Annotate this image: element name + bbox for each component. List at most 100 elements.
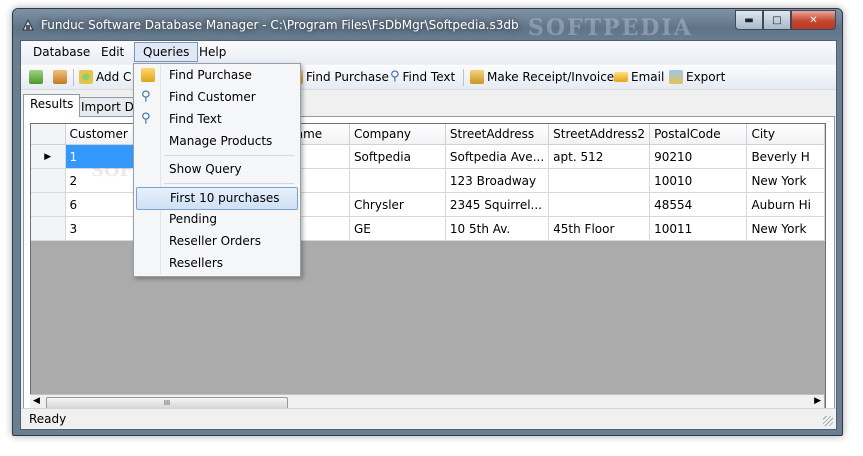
folder-search-icon	[141, 68, 155, 82]
table-cell[interactable]: 90210	[649, 144, 748, 169]
save-db-button[interactable]	[53, 69, 67, 85]
receipt-icon	[470, 70, 484, 84]
scroll-left-icon[interactable]: ◀	[33, 396, 40, 406]
column-header-company[interactable]: Company	[349, 124, 446, 145]
toolbar-separator	[463, 69, 464, 86]
table-cell[interactable]: 3	[65, 216, 142, 241]
column-header-postalcode[interactable]: PostalCode	[649, 124, 748, 145]
magnifier-icon: ⚲	[141, 111, 151, 126]
maximize-icon: □	[772, 14, 782, 26]
table-cell[interactable]: 2345 Squirrel...	[445, 192, 550, 217]
email-button[interactable]: Email	[614, 69, 664, 85]
row-header-corner	[31, 124, 66, 145]
make-receipt-button[interactable]: Make Receipt/Invoice	[470, 69, 614, 85]
app-icon	[22, 18, 34, 31]
current-row-indicator: ▶	[31, 144, 66, 169]
table-cell[interactable]: New York	[746, 168, 825, 193]
table-cell[interactable]: Auburn Hi	[746, 192, 825, 217]
status-bar: Ready	[21, 408, 836, 429]
find-purchase-button[interactable]: Find Purchase	[289, 69, 389, 85]
table-cell[interactable]: 10010	[649, 168, 748, 193]
row-header	[31, 168, 66, 193]
database-icon	[29, 70, 43, 84]
table-cell[interactable]: 123 Broadway	[445, 168, 550, 193]
table-cell[interactable]: Softpedia Ave...	[445, 144, 550, 169]
magnifier-icon: ⚲	[141, 89, 151, 104]
menu-item-pending[interactable]: Pending	[136, 209, 296, 230]
close-icon: ✕	[809, 14, 818, 26]
column-header-customer[interactable]: Customer	[65, 124, 142, 145]
menu-item-label: Resellers	[169, 256, 224, 270]
menu-item-resellers[interactable]: Resellers	[136, 253, 296, 274]
export-icon	[669, 70, 683, 84]
watermark: SOFTPEDIA	[528, 15, 693, 41]
window-title: Funduc Software Database Manager - C:\Pr…	[41, 18, 519, 32]
maximize-button[interactable]: □	[763, 10, 791, 30]
make-receipt-label: Make Receipt/Invoice	[487, 70, 615, 84]
add-customer-button[interactable]: Add C	[79, 69, 131, 85]
menu-item-find-text[interactable]: ⚲ Find Text	[136, 109, 296, 130]
database-save-icon	[53, 70, 67, 84]
menu-item-first-10-purchases[interactable]: First 10 purchases	[136, 187, 298, 210]
column-header-city[interactable]: City	[746, 124, 825, 145]
column-header-streetaddress[interactable]: StreetAddress	[445, 124, 550, 145]
tab-results[interactable]: Results	[23, 94, 81, 117]
row-header	[31, 192, 66, 217]
queries-dropdown-menu: Find Purchase ⚲ Find Customer ⚲ Find Tex…	[133, 63, 301, 277]
add-customer-label: Add C	[96, 70, 132, 84]
table-cell[interactable]: 10 5th Av.	[445, 216, 550, 241]
minimize-button[interactable]: ▬	[735, 10, 763, 30]
tab-import-data[interactable]: Import D	[74, 97, 141, 117]
table-cell[interactable]: 6	[65, 192, 142, 217]
table-cell[interactable]: Chrysler	[349, 192, 446, 217]
menu-item-label: Manage Products	[169, 134, 273, 148]
menu-item-manage-products[interactable]: Manage Products	[136, 131, 296, 152]
menu-edit[interactable]: Edit	[93, 43, 132, 61]
find-text-label: Find Text	[402, 70, 456, 84]
table-cell[interactable]	[548, 192, 651, 217]
toolbar-separator	[73, 69, 74, 86]
minimize-icon: ▬	[744, 14, 754, 26]
envelope-icon	[614, 72, 628, 82]
title-bar[interactable]: Funduc Software Database Manager - C:\Pr…	[13, 9, 842, 41]
table-cell[interactable]: Beverly H	[746, 144, 825, 169]
menu-item-label: Reseller Orders	[169, 234, 261, 248]
menu-item-label: First 10 purchases	[170, 191, 280, 205]
export-button[interactable]: Export	[669, 69, 725, 85]
table-cell[interactable]: 48554	[649, 192, 748, 217]
menu-item-label: Pending	[169, 212, 217, 226]
table-cell[interactable]: 10011	[649, 216, 748, 241]
menu-item-find-purchase[interactable]: Find Purchase	[136, 65, 296, 86]
menu-database[interactable]: Database	[25, 43, 98, 61]
close-button[interactable]: ✕	[791, 10, 836, 30]
column-header-streetaddress2[interactable]: StreetAddress2	[548, 124, 651, 145]
table-cell[interactable]: New York	[746, 216, 825, 241]
table-cell[interactable]	[349, 168, 446, 193]
status-text: Ready	[29, 412, 67, 426]
table-cell[interactable]: Softpedia	[349, 144, 446, 169]
menu-queries[interactable]: Queries	[134, 42, 199, 62]
table-cell[interactable]	[548, 168, 651, 193]
resize-grip-icon[interactable]	[823, 416, 833, 426]
table-cell[interactable]: 45th Floor	[548, 216, 651, 241]
find-purchase-label: Find Purchase	[306, 70, 389, 84]
add-user-icon	[79, 70, 93, 84]
menu-item-reseller-orders[interactable]: Reseller Orders	[136, 231, 296, 252]
menu-item-show-query[interactable]: Show Query	[136, 159, 296, 180]
find-text-button[interactable]: ⚲ Find Text	[390, 69, 455, 85]
menu-help[interactable]: Help	[191, 43, 234, 61]
menu-item-label: Show Query	[169, 162, 242, 176]
menu-item-label: Find Text	[169, 112, 222, 126]
menu-item-find-customer[interactable]: ⚲ Find Customer	[136, 87, 296, 108]
table-cell[interactable]: apt. 512	[548, 144, 651, 169]
email-label: Email	[631, 70, 665, 84]
row-header	[31, 216, 66, 241]
menu-separator	[164, 155, 294, 156]
open-db-button[interactable]	[29, 69, 43, 85]
menu-separator	[164, 183, 294, 184]
magnifier-icon: ⚲	[390, 69, 400, 84]
menu-bar: Database Edit Queries Help	[21, 41, 836, 63]
scroll-right-icon[interactable]: ▶	[814, 396, 821, 406]
menu-item-label: Find Purchase	[169, 68, 252, 82]
table-cell[interactable]: GE	[349, 216, 446, 241]
